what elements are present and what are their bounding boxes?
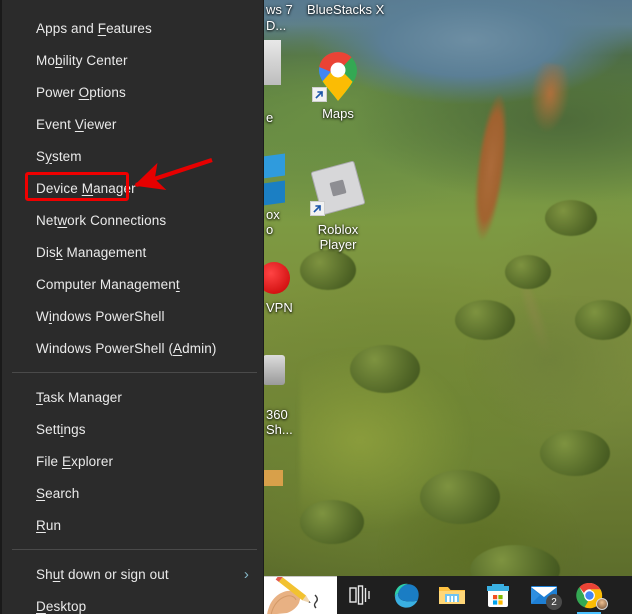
menu-item-label: Windows PowerShell (Admin) xyxy=(36,340,217,356)
maps-icon xyxy=(292,48,384,104)
mail-button[interactable]: 2 xyxy=(521,576,567,614)
task-view-button[interactable] xyxy=(337,576,383,614)
menu-item-label: System xyxy=(36,148,82,164)
menu-item-system[interactable]: System xyxy=(0,140,263,172)
menu-item-event-viewer[interactable]: Event Viewer xyxy=(0,108,263,140)
wallpaper-shrub xyxy=(350,345,420,393)
google-chrome-button[interactable] xyxy=(567,576,611,614)
menu-item-label: Device Manager xyxy=(36,180,136,196)
winx-power-user-menu[interactable]: Apps and Features Mobility Center Power … xyxy=(0,0,264,614)
menu-item-file-explorer[interactable]: File Explorer xyxy=(0,445,263,477)
desktop-icon-label-clipped: Sh... xyxy=(266,422,293,437)
taskbar[interactable]: 2 xyxy=(263,576,632,614)
shortcut-arrow-badge xyxy=(312,87,327,102)
wallpaper-shrub xyxy=(300,250,356,290)
desktop-icon-label-clipped: o xyxy=(266,222,274,237)
menu-item-power-options[interactable]: Power Options xyxy=(0,76,263,108)
desktop-icon-label: Roblox xyxy=(317,222,359,237)
edge-icon xyxy=(394,583,419,608)
file-explorer-button[interactable] xyxy=(429,576,475,614)
menu-item-apps-and-features[interactable]: Apps and Features xyxy=(0,12,263,44)
desktop-icon-label: Player xyxy=(319,237,357,252)
menu-item-shut-down-or-sign-out[interactable]: Shut down or sign out › xyxy=(0,558,263,590)
microsoft-edge-button[interactable] xyxy=(383,576,429,614)
menu-item-mobility-center[interactable]: Mobility Center xyxy=(0,44,263,76)
clipped-app-icon xyxy=(263,153,285,179)
menu-item-label: Disk Management xyxy=(36,244,147,260)
drawing-hand-thumbnail[interactable] xyxy=(263,576,337,614)
chrome-profile-avatar[interactable] xyxy=(596,598,608,610)
menu-separator xyxy=(12,549,257,550)
menu-item-label: Computer Management xyxy=(36,276,180,292)
wallpaper-shrub xyxy=(545,200,597,236)
wallpaper-shrub xyxy=(300,500,364,544)
menu-item-label: Apps and Features xyxy=(36,20,152,36)
menu-item-label: File Explorer xyxy=(36,453,114,469)
mail-unread-badge: 2 xyxy=(546,594,562,610)
menu-item-search[interactable]: Search xyxy=(0,477,263,509)
desktop-icon-roblox-player[interactable]: Roblox Player xyxy=(292,158,384,252)
menu-item-label: Mobility Center xyxy=(36,52,128,68)
store-icon xyxy=(487,584,509,607)
wallpaper-shrub xyxy=(540,430,610,476)
menu-item-label: Task Manager xyxy=(36,389,122,405)
menu-item-device-manager[interactable]: Device Manager xyxy=(0,172,263,204)
menu-separator xyxy=(12,372,257,373)
menu-item-windows-powershell-admin[interactable]: Windows PowerShell (Admin) xyxy=(0,332,263,364)
desktop-icon-label-clipped: ox xyxy=(266,207,280,222)
menu-item-label: Settings xyxy=(36,421,86,437)
clipped-app-icon xyxy=(263,40,281,85)
chevron-right-icon: › xyxy=(243,565,249,583)
desktop-icon-label-clipped: e xyxy=(266,110,274,125)
menu-item-run[interactable]: Run xyxy=(0,509,263,541)
desktop-icon-label-clipped: ws 7 xyxy=(266,2,293,17)
wallpaper-shrub xyxy=(420,470,500,524)
menu-item-label: Power Options xyxy=(36,84,126,100)
folder-icon xyxy=(439,587,465,604)
desktop-icon-label-clipped: VPN xyxy=(266,300,293,315)
task-view-icon xyxy=(349,585,370,605)
menu-item-network-connections[interactable]: Network Connections xyxy=(0,204,263,236)
menu-item-label: Windows PowerShell xyxy=(36,308,165,324)
menu-item-computer-management[interactable]: Computer Management xyxy=(0,268,263,300)
menu-item-settings[interactable]: Settings xyxy=(0,413,263,445)
desktop-icon-maps[interactable]: Maps xyxy=(292,48,384,121)
mail-unread-count: 2 xyxy=(551,596,557,608)
menu-item-label: Event Viewer xyxy=(36,116,117,132)
roblox-player-icon xyxy=(292,158,384,220)
wallpaper-shrub xyxy=(575,300,631,340)
menu-item-windows-powershell[interactable]: Windows PowerShell xyxy=(0,300,263,332)
shortcut-arrow-badge xyxy=(310,201,325,216)
clipped-app-icon xyxy=(263,355,285,385)
desktop-icon-label-clipped: 360 xyxy=(266,407,288,422)
menu-item-label: Shut down or sign out xyxy=(36,566,169,582)
wallpaper-shrub xyxy=(455,300,515,340)
clipped-app-icon xyxy=(263,470,283,486)
menu-item-label: Network Connections xyxy=(36,212,167,228)
desktop-icon-label: Maps xyxy=(322,106,354,121)
menu-item-label: Search xyxy=(36,485,80,501)
desktop-icon-label-clipped: BlueStacks X xyxy=(307,2,385,17)
wallpaper-shrub xyxy=(505,255,551,289)
clipped-app-icon xyxy=(263,180,285,206)
menu-item-label: Desktop xyxy=(36,598,87,614)
menu-item-disk-management[interactable]: Disk Management xyxy=(0,236,263,268)
menu-item-desktop[interactable]: Desktop xyxy=(0,590,263,614)
menu-item-task-manager[interactable]: Task Manager xyxy=(0,381,263,413)
microsoft-store-button[interactable] xyxy=(475,576,521,614)
menu-item-label: Run xyxy=(36,517,62,533)
desktop-icon-label-clipped: D... xyxy=(266,18,287,33)
